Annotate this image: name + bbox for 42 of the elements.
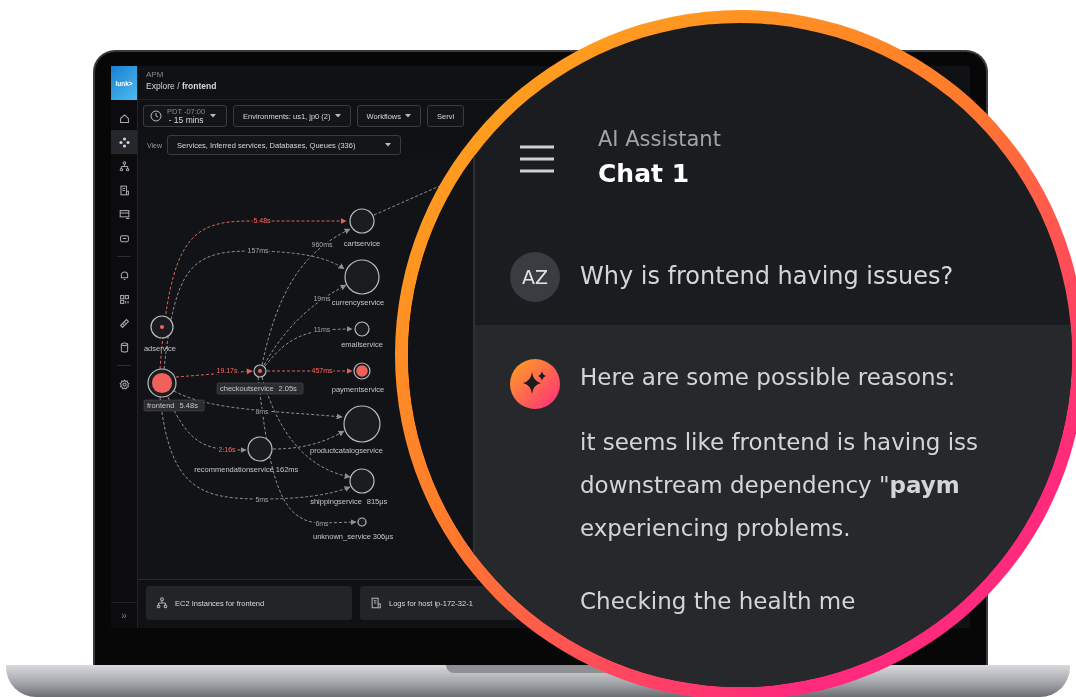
service-node[interactable] bbox=[343, 405, 381, 443]
monitor-icon bbox=[118, 208, 130, 220]
service-node[interactable] bbox=[147, 368, 177, 398]
home-icon bbox=[118, 112, 130, 124]
message-text: downstream dependency "paym bbox=[580, 471, 961, 500]
service-node[interactable] bbox=[344, 259, 380, 295]
section-label: APM bbox=[146, 70, 165, 79]
hierarchy-icon bbox=[118, 160, 130, 172]
message-text: experiencing problems. bbox=[580, 514, 852, 543]
time-range: - 15 mins bbox=[167, 115, 205, 124]
caret-icon bbox=[210, 114, 217, 118]
document-icon bbox=[118, 184, 130, 196]
hierarchy-icon bbox=[156, 597, 168, 609]
user-avatar: AZ bbox=[510, 251, 560, 302]
service-node[interactable] bbox=[247, 436, 273, 462]
document-icon bbox=[370, 597, 382, 609]
service-node[interactable] bbox=[349, 208, 375, 234]
expand-sidebar-button[interactable]: » bbox=[111, 602, 137, 628]
message-text: Why is frontend having issues? bbox=[580, 261, 954, 292]
bell-icon bbox=[118, 269, 130, 281]
database-icon bbox=[118, 341, 130, 353]
chat-title: Chat 1 bbox=[598, 159, 691, 188]
settings-icon bbox=[118, 378, 130, 390]
message-text: it seems like frontend is having iss bbox=[580, 428, 978, 457]
breadcrumb: Explore / frontend bbox=[146, 81, 218, 91]
message-text: Checking the health me bbox=[580, 587, 857, 616]
assistant-subtitle: AI Assistant bbox=[598, 127, 721, 151]
sidebar-item[interactable] bbox=[111, 130, 137, 154]
service-node[interactable] bbox=[357, 517, 367, 527]
grid-icon bbox=[118, 293, 130, 305]
clock-icon bbox=[150, 110, 162, 122]
message-text: Here are some possible reasons: bbox=[580, 363, 957, 391]
service-map-icon bbox=[118, 136, 130, 148]
menu-icon[interactable] bbox=[520, 145, 554, 173]
service-node[interactable] bbox=[253, 364, 267, 378]
caret-icon bbox=[385, 143, 392, 147]
ruler-icon bbox=[118, 317, 130, 329]
service-node[interactable] bbox=[150, 315, 174, 339]
service-node[interactable] bbox=[354, 321, 370, 337]
service-node[interactable] bbox=[353, 362, 371, 380]
ai-sparkle-icon bbox=[510, 359, 560, 409]
service-node[interactable] bbox=[349, 468, 375, 494]
